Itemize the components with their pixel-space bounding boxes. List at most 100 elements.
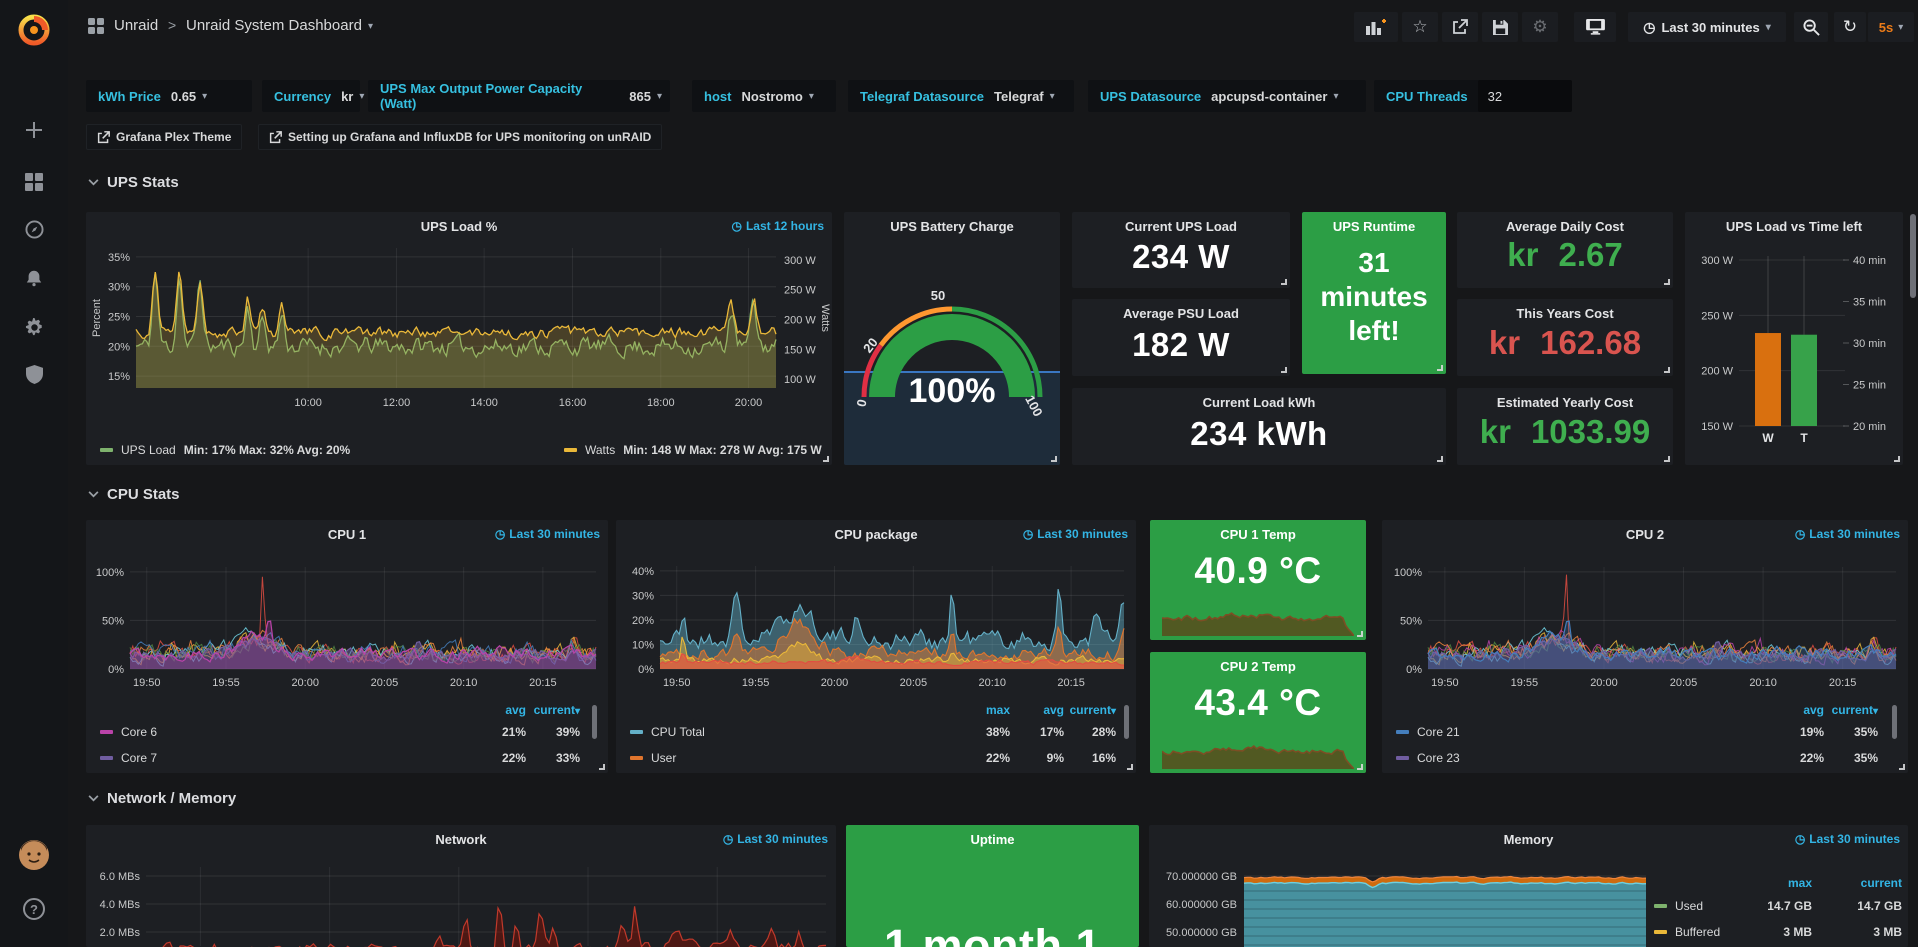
legend-scrollbar[interactable] [592, 705, 597, 739]
cycle-view-monitor-icon[interactable] [1574, 12, 1616, 42]
page-scrollbar[interactable] [1910, 214, 1916, 298]
variable-label: kWh Price [86, 89, 171, 104]
caret-down-icon: ▾ [1333, 91, 1346, 102]
cpu-package-chart[interactable]: 0%10%20%30%40%19:5019:5520:0020:0520:102… [616, 520, 1136, 695]
legend-item-watts[interactable]: Watts Min: 148 W Max: 278 W Avg: 175 W [564, 443, 822, 457]
variable-kwh-price[interactable]: kWh Price 0.65 ▾ [86, 80, 252, 112]
legend-scrollbar[interactable] [1124, 705, 1129, 739]
panel-resize-handle[interactable] [1894, 456, 1900, 462]
link-grafana-plex-theme[interactable]: Grafana Plex Theme [86, 124, 242, 150]
panel-resize-handle[interactable] [823, 456, 829, 462]
panel-resize-handle[interactable] [1051, 456, 1057, 462]
variable-host[interactable]: host Nostromo ▾ [692, 80, 836, 112]
time-range-picker[interactable]: ◷ Last 30 minutes ▾ [1628, 12, 1786, 42]
dashboard-caret-icon[interactable]: ▾ [368, 21, 381, 32]
top-nav: Unraid > Unraid System Dashboard ▾ ☆ ⚙ [68, 0, 1918, 52]
legend-header-current[interactable]: current▾ [1382, 703, 1878, 717]
panel-resize-handle[interactable] [1281, 279, 1287, 285]
panel-resize-handle[interactable] [1437, 456, 1443, 462]
panel-title[interactable]: Estimated Yearly Cost [1457, 395, 1673, 410]
legend-header-current[interactable]: current▾ [86, 703, 580, 717]
legend-scrollbar[interactable] [1892, 705, 1897, 739]
configuration-gear-icon[interactable] [0, 310, 68, 344]
panel-title[interactable]: Current UPS Load [1072, 219, 1290, 234]
panel-title[interactable]: CPU 1 Temp [1150, 527, 1366, 542]
legend-header-current[interactable]: current [1149, 876, 1902, 890]
panel-ups-load: UPS Load % ◷ Last 12 hours 15%20%25%30%3… [86, 212, 832, 465]
refresh-interval-picker[interactable]: 5s ▾ [1868, 12, 1914, 42]
time-range-label: Last 30 minutes [1661, 20, 1759, 35]
legend-header-current[interactable]: current▾ [616, 703, 1116, 717]
refresh-icon[interactable]: ↻ [1834, 12, 1866, 42]
cpu1-chart[interactable]: 0%50%100%19:5019:5520:0020:0520:1020:15 [86, 520, 608, 695]
user-avatar[interactable] [0, 838, 68, 872]
legend-current: 28% [616, 725, 1116, 739]
create-plus-icon[interactable] [0, 113, 68, 147]
help-icon[interactable]: ? [0, 892, 68, 926]
svg-text:20:00: 20:00 [821, 677, 849, 689]
panel-average-daily-cost: Average Daily Cost kr2.67 [1457, 212, 1673, 288]
cpu-threads-input[interactable]: 32 [1478, 80, 1572, 112]
variable-telegraf-datasource[interactable]: Telegraf Datasource Telegraf ▾ [848, 80, 1074, 112]
variable-cpu-threads[interactable]: CPU Threads 32 [1374, 80, 1572, 112]
panel-title[interactable]: Uptime [846, 832, 1139, 847]
svg-text:50%: 50% [102, 615, 124, 627]
star-icon[interactable]: ☆ [1402, 12, 1438, 42]
breadcrumb-folder[interactable]: Unraid [114, 17, 158, 34]
svg-text:20:15: 20:15 [1829, 677, 1857, 689]
alerting-bell-icon[interactable] [0, 261, 68, 295]
explore-compass-icon[interactable] [0, 212, 68, 246]
cpu2-chart[interactable]: 0%50%100%19:5019:5520:0020:0520:1020:15 [1382, 520, 1908, 695]
panel-resize-handle[interactable] [1664, 456, 1670, 462]
add-panel-button[interactable] [1354, 12, 1398, 42]
ups-load-vs-time-chart[interactable]: 150 W200 W250 W300 W20 min25 min30 min35… [1685, 212, 1903, 465]
panel-title[interactable]: Average PSU Load [1072, 306, 1290, 321]
panel-resize-handle[interactable] [1437, 365, 1443, 371]
svg-text:18:00: 18:00 [647, 397, 675, 409]
panel-title[interactable]: CPU 2 Temp [1150, 659, 1366, 674]
panel-resize-handle[interactable] [1664, 367, 1670, 373]
section-title: Network / Memory [107, 790, 236, 807]
dashboards-grid-icon[interactable] [0, 165, 68, 199]
variable-label: host [692, 89, 741, 104]
panel-resize-handle[interactable] [1357, 631, 1363, 637]
section-network-memory[interactable]: Network / Memory [88, 790, 236, 807]
save-icon[interactable] [1482, 12, 1518, 42]
breadcrumb-title[interactable]: Unraid System Dashboard [186, 17, 362, 34]
panel-average-psu-load: Average PSU Load 182 W [1072, 299, 1290, 376]
panel-resize-handle[interactable] [1127, 764, 1133, 770]
refresh-interval-caret-icon: ▾ [1898, 22, 1903, 33]
stat-value: 40.9 °C [1150, 550, 1366, 592]
ups-load-chart[interactable]: 15%20%25%30%35%100 W150 W200 W250 W300 W… [86, 212, 832, 437]
variable-ups-datasource[interactable]: UPS Datasource apcupsd-container ▾ [1088, 80, 1366, 112]
panel-title[interactable]: Average Daily Cost [1457, 219, 1673, 234]
panel-resize-handle[interactable] [1357, 764, 1363, 770]
panel-resize-handle[interactable] [1664, 279, 1670, 285]
panel-title[interactable]: Current Load kWh [1072, 395, 1446, 410]
ups-battery-gauge[interactable]: 50200100100% [844, 212, 1060, 465]
panel-resize-handle[interactable] [1281, 367, 1287, 373]
admin-shield-icon[interactable] [0, 357, 68, 391]
section-cpu-stats[interactable]: CPU Stats [88, 486, 180, 503]
variable-currency[interactable]: Currency kr ▾ [262, 80, 360, 112]
svg-text:16:00: 16:00 [559, 397, 587, 409]
panel-title[interactable]: This Years Cost [1457, 306, 1673, 321]
panel-title[interactable]: UPS Runtime [1302, 219, 1446, 234]
share-icon[interactable] [1442, 12, 1478, 42]
stat-value: 1 month 1 [846, 920, 1139, 947]
section-title: CPU Stats [107, 486, 180, 503]
network-chart[interactable]: 6.0 MBs4.0 MBs2.0 MBs [86, 825, 836, 947]
svg-text:20:15: 20:15 [529, 677, 557, 689]
svg-text:150 W: 150 W [784, 344, 816, 356]
grafana-logo[interactable] [0, 8, 68, 52]
legend-item-ups-load[interactable]: UPS Load Min: 17% Max: 32% Avg: 20% [100, 443, 350, 457]
variable-ups-max-output[interactable]: UPS Max Output Power Capacity (Watt) 865… [368, 80, 670, 112]
panel-resize-handle[interactable] [599, 764, 605, 770]
panel-resize-handle[interactable] [1899, 764, 1905, 770]
sidebar: ? [0, 0, 68, 947]
zoom-out-icon[interactable] [1794, 12, 1828, 42]
section-ups-stats[interactable]: UPS Stats [88, 174, 179, 191]
settings-gear-icon[interactable]: ⚙ [1522, 12, 1558, 42]
link-ups-monitoring-guide[interactable]: Setting up Grafana and InfluxDB for UPS … [258, 124, 662, 150]
apps-grid-icon[interactable] [88, 18, 104, 39]
